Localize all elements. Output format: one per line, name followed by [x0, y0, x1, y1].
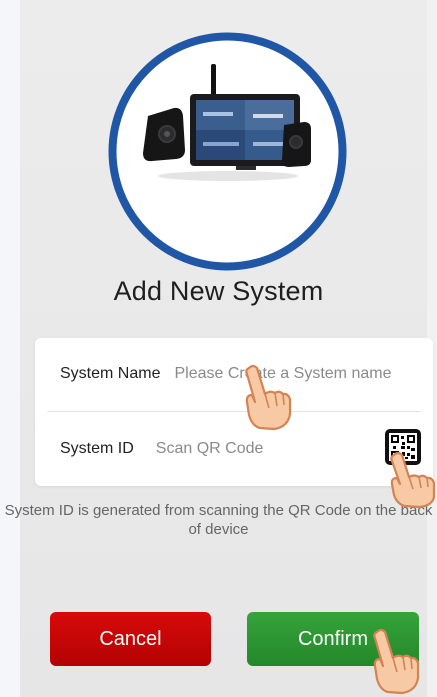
qr-scan-button[interactable]: [385, 429, 421, 465]
system-form-card: System Name System ID: [35, 338, 433, 486]
system-id-hint: System ID is generated from scanning the…: [4, 502, 433, 538]
system-id-row: System ID: [35, 413, 433, 485]
system-id-label: System ID: [60, 440, 134, 457]
left-background-strip: [0, 0, 20, 697]
system-name-label: System Name: [60, 365, 161, 382]
system-id-input[interactable]: [155, 440, 356, 458]
form-divider: [47, 411, 421, 412]
page-title: Add New System: [113, 276, 324, 306]
product-image: [108, 32, 347, 271]
qr-code-icon: [389, 433, 417, 461]
system-name-input[interactable]: [174, 365, 415, 383]
system-name-row: System Name: [35, 338, 433, 410]
cancel-button[interactable]: Cancel: [50, 612, 211, 666]
confirm-button[interactable]: Confirm: [247, 612, 419, 666]
add-system-screen: Add New System System Name System ID: [0, 0, 437, 697]
